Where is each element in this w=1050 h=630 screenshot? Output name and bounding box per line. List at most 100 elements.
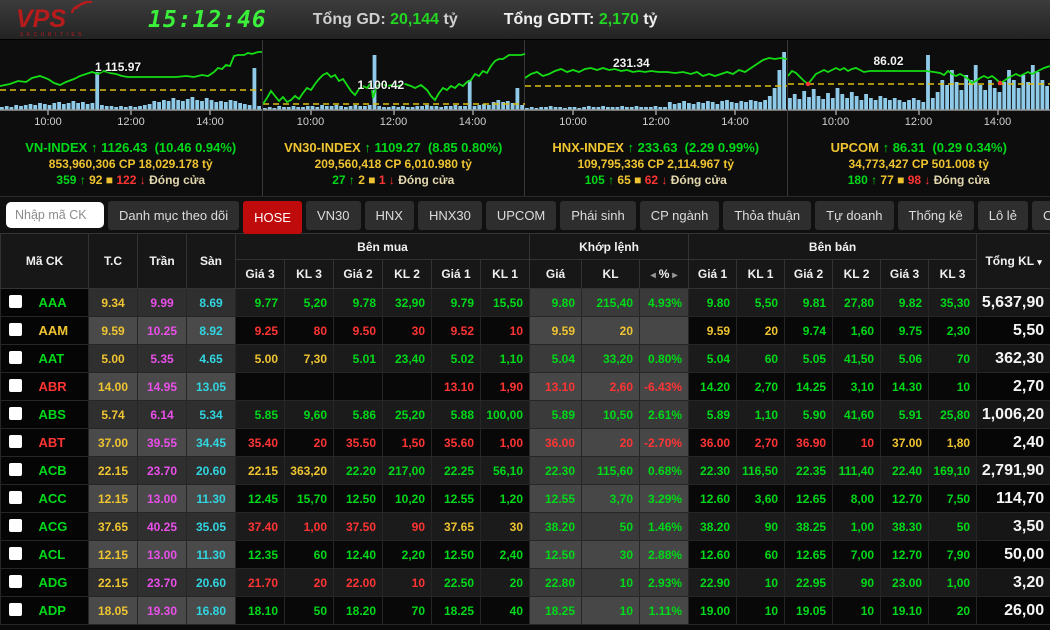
tab-lô-lẻ[interactable]: Lô lẻ: [978, 201, 1028, 230]
decliners-count: 122 ↓: [116, 173, 145, 187]
col-buy-vol1[interactable]: KL 1: [481, 260, 530, 289]
match-cell-3: -6.43%: [640, 373, 689, 401]
buy-cell-3: 9.50: [334, 317, 383, 345]
reference-price: 9.34: [89, 289, 138, 317]
sell-cell-2: 5,50: [737, 289, 785, 317]
col-buy-price3[interactable]: Giá 3: [236, 260, 285, 289]
sell-cell-2: 3,60: [737, 485, 785, 513]
sell-cell-5: 12.70: [881, 541, 929, 569]
buy-cell-4: 30: [383, 317, 432, 345]
unchanged-count: 77 ■: [880, 173, 904, 187]
buy-cell-3: 22.00: [334, 569, 383, 597]
tab-hose[interactable]: HOSE: [243, 201, 302, 234]
stock-row-ADP[interactable]: ADP18.0519.3016.8018.105018.207018.25401…: [1, 597, 1050, 625]
match-cell-1: 12.50: [530, 541, 582, 569]
index-chart-panel-hnx-index[interactable]: 231.34 10:0012:0014:00 HNX-INDEX ↑ 233.6…: [525, 40, 788, 196]
col-match-price[interactable]: Giá: [530, 260, 582, 289]
tab-tự-doanh[interactable]: Tự doanh: [815, 201, 893, 230]
tab-upcom[interactable]: UPCOM: [486, 201, 556, 230]
col-floor[interactable]: Sàn: [187, 234, 236, 289]
tab-hnx30[interactable]: HNX30: [418, 201, 482, 230]
tab-chứng-quyền[interactable]: Chứng quyền: [1032, 201, 1050, 230]
col-ceiling[interactable]: Trần: [138, 234, 187, 289]
col-buy-price2[interactable]: Giá 2: [334, 260, 383, 289]
col-buy-vol2[interactable]: KL 2: [383, 260, 432, 289]
row-checkbox[interactable]: [9, 519, 22, 532]
col-sell-vol1[interactable]: KL 1: [737, 260, 785, 289]
col-sell-price2[interactable]: Giá 2: [785, 260, 833, 289]
tab-danh-mục-theo-dõi[interactable]: Danh mục theo dõi: [108, 201, 239, 230]
col-total-volume[interactable]: Tổng KL ▾: [977, 234, 1050, 289]
row-checkbox[interactable]: [9, 351, 22, 364]
row-checkbox[interactable]: [9, 491, 22, 504]
row-checkbox-cell: [1, 373, 29, 401]
row-checkbox[interactable]: [9, 407, 22, 420]
sell-cell-5: 23.00: [881, 569, 929, 597]
sell-cell-3: 22.95: [785, 569, 833, 597]
stock-row-ACL[interactable]: ACL12.1513.0011.3012.356012.402,2012.502…: [1, 541, 1050, 569]
buy-cell-1: 12.45: [236, 485, 285, 513]
col-sell-vol3[interactable]: KL 3: [929, 260, 977, 289]
tab-vn30[interactable]: VN30: [306, 201, 361, 230]
stock-row-ACG[interactable]: ACG37.6540.2535.0537.401,0037.509037.653…: [1, 513, 1050, 541]
stock-row-AAM[interactable]: AAM9.5910.258.929.25809.50309.52109.5920…: [1, 317, 1050, 345]
page-right-arrow[interactable]: ▸: [669, 270, 680, 281]
stock-row-AAT[interactable]: AAT5.005.354.655.007,305.0123,405.021,10…: [1, 345, 1050, 373]
row-checkbox[interactable]: [9, 603, 22, 616]
index-summary: VN-INDEX ↑ 1126.43 (10.46 0.94%) 853,960…: [0, 140, 262, 188]
sell-cell-3: 5.90: [785, 401, 833, 429]
col-sell-price1[interactable]: Giá 1: [689, 260, 737, 289]
row-checkbox[interactable]: [9, 379, 22, 392]
sell-cell-5: 22.40: [881, 457, 929, 485]
col-buy-price1[interactable]: Giá 1: [432, 260, 481, 289]
index-chart-panel-vn-index[interactable]: 1 115.97 10:0012:0014:00 VN-INDEX ↑ 1126…: [0, 40, 263, 196]
sell-cell-1: 19.00: [689, 597, 737, 625]
row-checkbox[interactable]: [9, 295, 22, 308]
row-checkbox[interactable]: [9, 435, 22, 448]
page-left-arrow[interactable]: ◂: [648, 270, 659, 281]
row-checkbox[interactable]: [9, 547, 22, 560]
match-cell-3: 2.93%: [640, 569, 689, 597]
floor-price: 5.34: [187, 401, 236, 429]
col-reference[interactable]: T.C: [89, 234, 138, 289]
stock-row-ADG[interactable]: ADG22.1523.7020.6021.702022.001022.50202…: [1, 569, 1050, 597]
sell-cell-4: 10: [833, 429, 881, 457]
col-buy-vol3[interactable]: KL 3: [285, 260, 334, 289]
stock-row-ABR[interactable]: ABR14.0014.9513.0513.101,9013.102,60-6.4…: [1, 373, 1050, 401]
stock-row-ACC[interactable]: ACC12.1513.0011.3012.4515,7012.5010,2012…: [1, 485, 1050, 513]
tab-cp-ngành[interactable]: CP ngành: [640, 201, 720, 230]
col-sell-price3[interactable]: Giá 3: [881, 260, 929, 289]
tab-thỏa-thuận[interactable]: Thỏa thuận: [723, 201, 811, 230]
sell-cell-4: 41,50: [833, 345, 881, 373]
row-checkbox-cell: [1, 289, 29, 317]
match-cell-1: 9.59: [530, 317, 582, 345]
col-match-vol[interactable]: KL: [582, 260, 640, 289]
total-gd-label: Tổng GD:: [313, 11, 386, 28]
buy-cell-5: 5.02: [432, 345, 481, 373]
stock-row-ACB[interactable]: ACB22.1523.7020.6022.15363,2022.20217,00…: [1, 457, 1050, 485]
total-volume-dropdown-icon[interactable]: ▾: [1037, 257, 1042, 267]
index-chart-panel-vn30-index[interactable]: 1 100.42 10:0012:0014:00 VN30-INDEX ↑ 11…: [263, 40, 526, 196]
row-checkbox[interactable]: [9, 323, 22, 336]
ticker-search-input[interactable]: [6, 202, 104, 228]
index-chart-panel-upcom[interactable]: 86.02 10:0012:0014:00 UPCOM ↑ 86.31 (0.2…: [788, 40, 1050, 196]
stock-row-ABT[interactable]: ABT37.0039.5534.4535.402035.501,5035.601…: [1, 429, 1050, 457]
advancers-count: 105 ↑: [585, 173, 614, 187]
sell-cell-1: 14.20: [689, 373, 737, 401]
buy-cell-3: 5.01: [334, 345, 383, 373]
tab-hnx[interactable]: HNX: [365, 201, 414, 230]
total-volume-value: 362,30: [977, 345, 1050, 373]
vps-logo[interactable]: VPS SECURITIES: [14, 1, 110, 44]
tab-thống-kê[interactable]: Thống kê: [898, 201, 974, 230]
stock-row-AAA[interactable]: AAA9.349.998.699.775,209.7832,909.7915,5…: [1, 289, 1050, 317]
col-sell-vol2[interactable]: KL 2: [833, 260, 881, 289]
buy-cell-3: 5.86: [334, 401, 383, 429]
stock-row-ABS[interactable]: ABS5.746.145.345.859,605.8625,205.88100,…: [1, 401, 1050, 429]
row-checkbox[interactable]: [9, 463, 22, 476]
ticker-symbol: ABS: [29, 401, 89, 429]
col-ticker[interactable]: Mã CK: [1, 234, 89, 289]
row-checkbox[interactable]: [9, 575, 22, 588]
total-volume-value: 3,20: [977, 569, 1050, 597]
tab-phái-sinh[interactable]: Phái sinh: [560, 201, 635, 230]
ceiling-price: 9.99: [138, 289, 187, 317]
